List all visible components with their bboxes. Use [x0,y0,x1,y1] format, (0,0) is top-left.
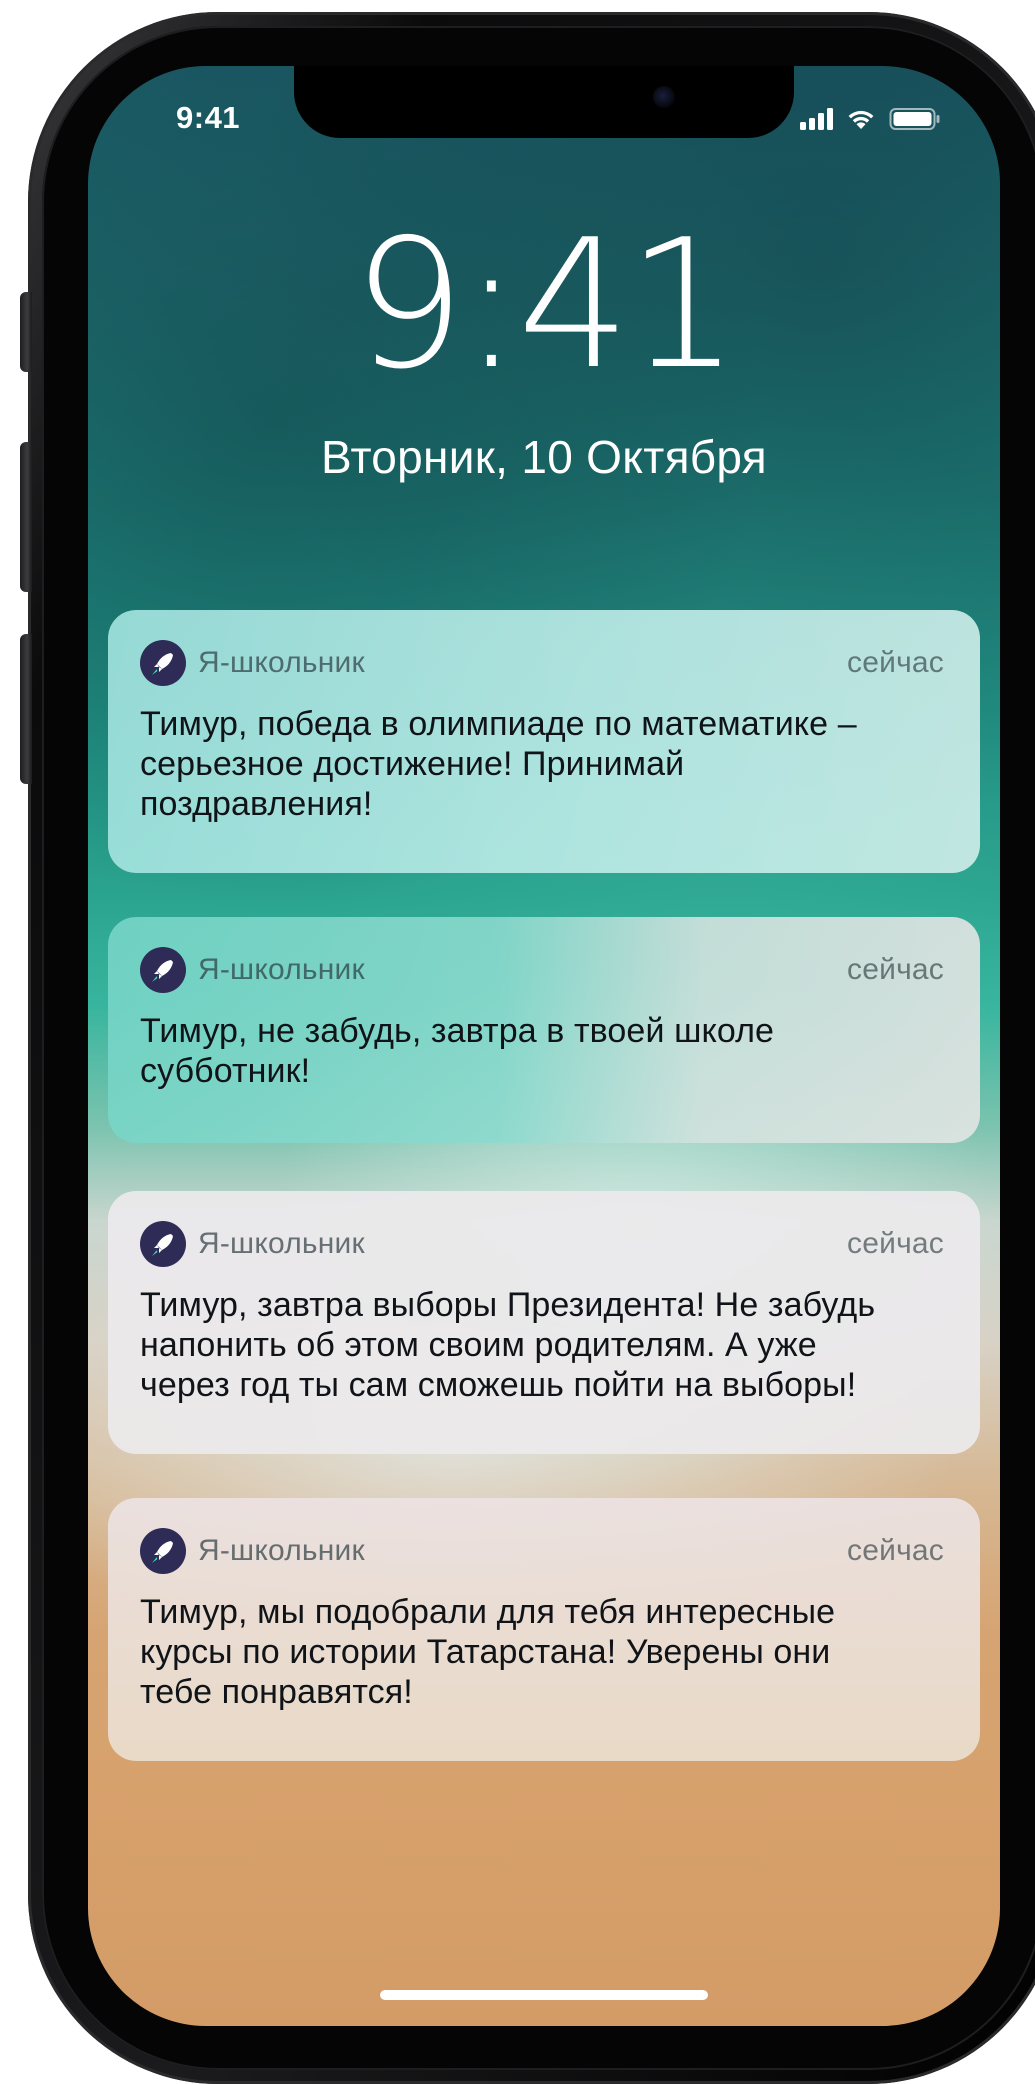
notification-header: Я-школьник сейчас [140,1221,944,1267]
notification-app-name: Я-школьник [198,646,365,679]
notification-time: сейчас [847,1227,944,1260]
notification-card[interactable]: Я-школьник сейчас Тимур, победа в олимпи… [108,610,980,873]
volume-up-button [20,442,32,592]
notification-message: Тимур, победа в олимпиаде по математике … [140,705,857,823]
notification-header: Я-школьник сейчас [140,1528,944,1574]
notification-time: сейчас [847,1534,944,1567]
notch [294,66,794,138]
lock-screen[interactable]: 9:41 9:41 Вторник, 10 Октября Я-школьник… [88,66,1000,2026]
notification-message: Тимур, мы подобрали для тебя интересные … [140,1593,836,1711]
mute-switch [20,292,32,372]
notification-header: Я-школьник сейчас [140,947,944,993]
lock-screen-clock: 9:41 [352,201,740,408]
home-indicator[interactable] [380,1990,708,2000]
volume-down-button [20,634,32,784]
notification-card[interactable]: Я-школьник сейчас Тимур, мы подобрали дл… [108,1498,980,1761]
status-bar-icons [800,104,941,134]
notification-app-name: Я-школьник [198,1534,365,1567]
lock-screen-date: Вторник, 10 Октября [320,431,768,483]
notification-app-name: Я-школьник [198,953,365,986]
notification-message: Тимур, завтра выборы Президента! Не забу… [140,1286,876,1404]
rocket-icon [140,1528,186,1574]
cellular-signal-icon [800,108,833,130]
notification-app-name: Я-школьник [198,1227,365,1260]
rocket-icon [140,1221,186,1267]
status-bar-time: 9:41 [176,100,241,135]
wifi-icon [848,110,874,129]
rocket-icon [140,640,186,686]
notification-card[interactable]: Я-школьник сейчас Тимур, завтра выборы П… [108,1191,980,1454]
front-camera [653,86,675,108]
battery-full-icon [889,108,940,130]
notification-header: Я-школьник сейчас [140,640,944,686]
notification-card[interactable]: Я-школьник сейчас Тимур, не забудь, завт… [108,917,980,1143]
notification-message: Тимур, не забудь, завтра в твоей школе с… [140,1012,775,1090]
notification-time: сейчас [847,953,944,986]
notification-time: сейчас [847,646,944,679]
rocket-icon [140,947,186,993]
